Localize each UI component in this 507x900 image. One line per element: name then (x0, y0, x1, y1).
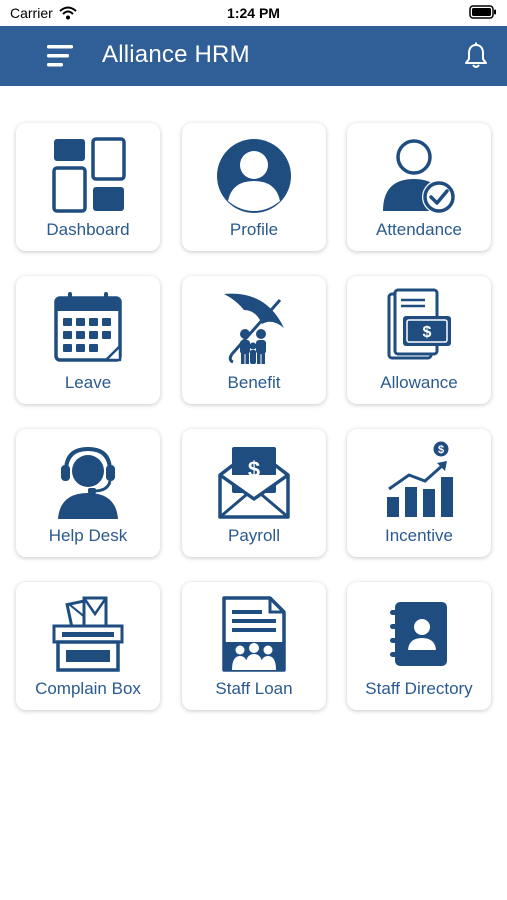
tile-incentive[interactable]: $ Incentive (347, 429, 491, 557)
hamburger-icon (47, 45, 73, 67)
tile-label: Complain Box (35, 679, 141, 698)
tile-label: Leave (64, 373, 112, 392)
tile-allowance[interactable]: $ Allowance (347, 276, 491, 404)
nav-bar: Alliance HRM (0, 26, 507, 86)
tile-label: Incentive (384, 526, 454, 545)
tile-staff-loan[interactable]: Staff Loan (182, 582, 326, 710)
battery-icon (469, 5, 496, 19)
headset-icon (58, 446, 118, 519)
envelope-dollar-icon: $ (218, 447, 290, 519)
mail-box-icon (52, 596, 124, 672)
growth-chart-icon: $ (387, 441, 453, 517)
bell-icon (465, 42, 487, 68)
document-money-icon: $ (387, 288, 451, 360)
umbrella-family-icon (224, 293, 284, 364)
tile-attendance[interactable]: Attendance (347, 123, 491, 251)
tile-label: Help Desk (48, 526, 128, 545)
app-title: Alliance HRM (102, 41, 250, 68)
document-group-icon (222, 596, 286, 672)
status-right (469, 5, 497, 22)
tile-label: Profile (229, 220, 279, 239)
tile-label: Dashboard (46, 220, 130, 239)
tile-benefit[interactable]: Benefit (182, 276, 326, 404)
notification-button[interactable] (464, 42, 488, 70)
tile-label: Staff Directory (365, 679, 473, 698)
tile-staff-directory[interactable]: Staff Directory (347, 582, 491, 710)
tile-payroll[interactable]: $ Payroll (182, 429, 326, 557)
tile-complain-box[interactable]: Complain Box (16, 582, 160, 710)
tile-label: Staff Loan (215, 679, 293, 698)
svg-text:$: $ (423, 324, 432, 341)
svg-text:$: $ (438, 444, 444, 456)
tile-help-desk[interactable]: Help Desk (16, 429, 160, 557)
tile-dashboard[interactable]: Dashboard (16, 123, 160, 251)
tile-leave[interactable]: Leave (16, 276, 160, 404)
tile-label: Allowance (380, 373, 458, 392)
dashboard-grid-icon (52, 137, 126, 213)
tile-label: Attendance (375, 220, 462, 239)
attendance-check-icon (383, 139, 456, 214)
menu-button[interactable] (46, 42, 76, 70)
tile-label: Payroll (228, 526, 280, 545)
profile-user-icon (217, 139, 291, 213)
tile-profile[interactable]: Profile (182, 123, 326, 251)
contact-book-icon (390, 602, 447, 666)
status-time: 1:24 PM (227, 5, 280, 21)
status-bar: Carrier 1:24 PM (0, 0, 507, 26)
calendar-icon (54, 292, 122, 362)
tile-label: Benefit (227, 373, 281, 392)
